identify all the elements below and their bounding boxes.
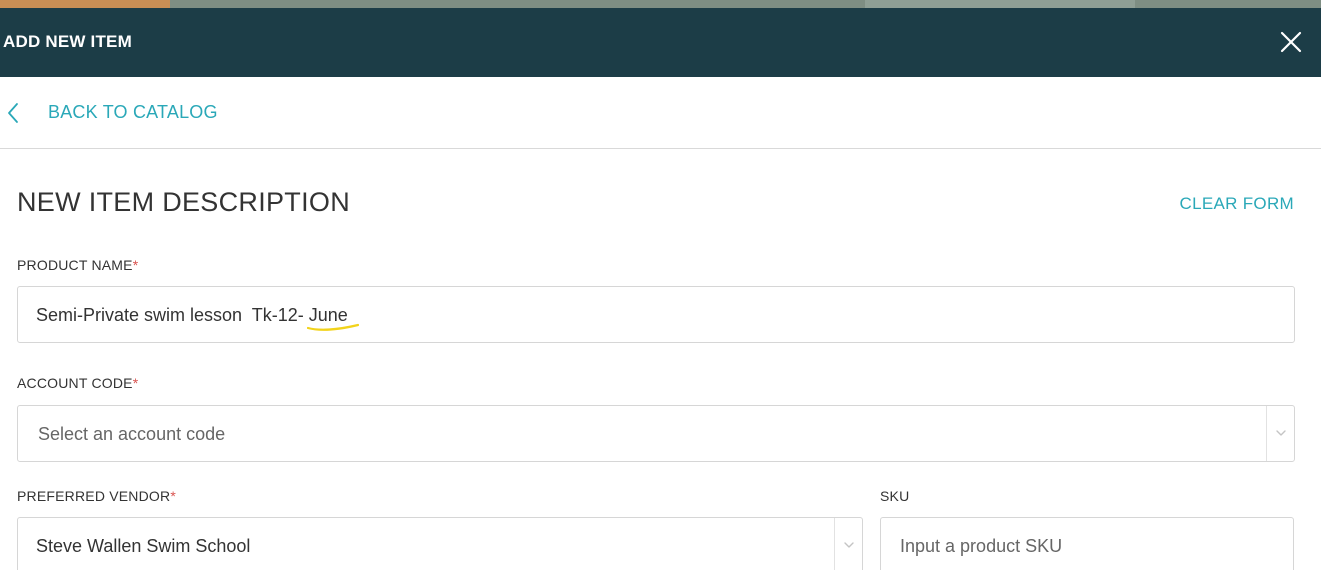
preferred-vendor-value: Steve Wallen Swim School [36,536,251,556]
select-divider [834,518,835,570]
product-name-input[interactable]: Semi-Private swim lesson Tk-12- June [17,286,1295,343]
preferred-vendor-select[interactable]: Steve Wallen Swim School [17,517,863,570]
close-icon [1280,31,1302,53]
product-name-label-text: PRODUCT NAME [17,257,133,273]
back-to-catalog-link[interactable]: BACK TO CATALOG [48,102,218,123]
select-divider [1266,406,1267,461]
account-code-select[interactable]: Select an account code [17,405,1295,462]
back-navigation: BACK TO CATALOG [0,77,1321,149]
preferred-vendor-label: PREFERRED VENDOR* [17,488,176,504]
sku-label: SKU [880,488,910,504]
close-button[interactable] [1279,30,1303,54]
account-code-label: ACCOUNT CODE* [17,375,138,391]
background-domain-select [865,0,1135,8]
product-name-label: PRODUCT NAME* [17,257,138,273]
account-code-label-text: ACCOUNT CODE [17,375,133,391]
product-name-value: Semi-Private swim lesson Tk-12- June [36,305,348,325]
modal-title: ADD NEW ITEM [3,32,132,51]
preferred-vendor-label-text: PREFERRED VENDOR [17,488,171,504]
chevron-down-icon[interactable] [842,538,856,552]
required-marker: * [132,257,139,273]
chevron-down-icon[interactable] [1274,426,1288,440]
required-marker: * [132,375,139,391]
section-title: NEW ITEM DESCRIPTION [17,187,351,217]
account-code-placeholder: Select an account code [38,424,226,444]
clear-form-button[interactable]: CLEAR FORM [1180,194,1294,214]
annotation-underline [307,323,359,331]
sku-placeholder: Input a product SKU [900,536,1063,556]
background-orange-button [0,0,170,8]
sku-input[interactable]: Input a product SKU [880,517,1294,570]
required-marker: * [170,488,176,504]
chevron-left-icon[interactable] [6,102,20,124]
modal-header: ADD NEW ITEM [0,8,1321,77]
background-page-strip [0,0,1321,8]
